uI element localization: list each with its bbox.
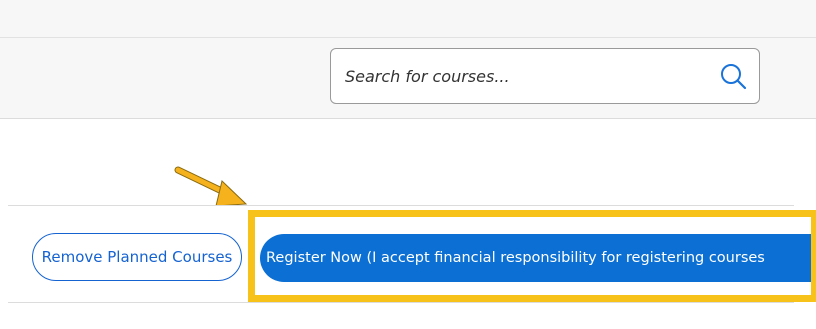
page: Remove Planned Courses Register Now (I a… bbox=[0, 0, 816, 329]
top-strip bbox=[0, 0, 816, 37]
remove-planned-courses-button[interactable]: Remove Planned Courses bbox=[32, 233, 242, 281]
search-toolbar bbox=[0, 38, 816, 119]
search-input[interactable] bbox=[331, 49, 701, 103]
search-icon[interactable] bbox=[719, 62, 747, 90]
content-spacer bbox=[0, 119, 816, 205]
search-box bbox=[330, 48, 760, 104]
action-panel: Remove Planned Courses Register Now (I a… bbox=[8, 205, 816, 303]
register-now-button[interactable]: Register Now (I accept financial respons… bbox=[260, 234, 816, 282]
